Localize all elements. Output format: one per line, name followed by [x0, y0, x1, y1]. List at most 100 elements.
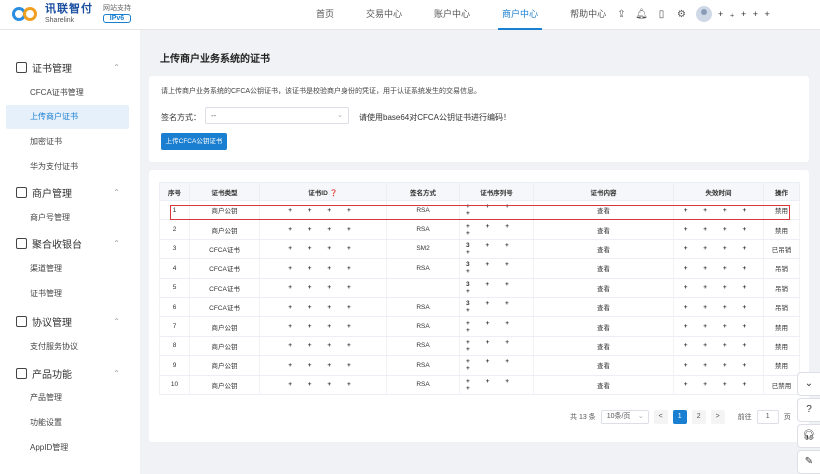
- nav-item-3[interactable]: 商户中心: [486, 0, 554, 30]
- sidebar-item-2-1[interactable]: 证书管理: [6, 282, 129, 306]
- cert-serial: 3 + + +: [459, 258, 534, 279]
- brand-logo[interactable]: 讯联智付 Sharelink: [10, 4, 93, 24]
- top-bar: 讯联智付 Sharelink 网站支持 IPv6 首页 交易中心 账户中心 商户中心帮…: [0, 0, 820, 30]
- sidebar-item-0-3[interactable]: 华为支付证书: [6, 155, 129, 179]
- certificate-icon: [16, 61, 27, 73]
- cert-serial: + + + +: [459, 219, 534, 240]
- view-content-link[interactable]: 查看: [533, 336, 674, 357]
- sidebar-group-1[interactable]: 商户管理 ⌃: [0, 179, 140, 205]
- row-number: 3: [159, 239, 190, 260]
- sidebar-item-3-0[interactable]: 支付服务协议: [6, 335, 129, 359]
- cert-serial: + + + +: [459, 336, 534, 357]
- sign-method: [386, 278, 460, 298]
- view-content-link[interactable]: 查看: [533, 316, 674, 337]
- cert-id: + + + +: [259, 297, 387, 318]
- prev-page-button[interactable]: <: [653, 410, 668, 424]
- row-action-link[interactable]: 禁用: [763, 219, 800, 240]
- table-row: 10 商户公钥 + + + + RSA + + + + 查看 + + + + 已禁用: [159, 375, 800, 395]
- feedback-icon: ✎: [804, 456, 814, 467]
- sidebar-group-2[interactable]: 聚合收银台 ⌃: [0, 230, 140, 256]
- row-action-link[interactable]: 已吊销: [763, 239, 800, 260]
- row-number: 1: [159, 200, 190, 221]
- sidebar-item-1-0[interactable]: 商户号管理: [6, 206, 129, 230]
- nav-item-0[interactable]: 首页: [300, 0, 350, 30]
- avatar[interactable]: [696, 6, 712, 22]
- cert-serial: + + + +: [459, 316, 534, 337]
- sign-method: RSA: [386, 297, 460, 318]
- cert-id: + + + +: [259, 239, 387, 260]
- cert-type: CFCA证书: [189, 239, 260, 260]
- nav-item-2[interactable]: 账户中心: [418, 0, 486, 30]
- row-number: 9: [159, 355, 190, 376]
- sign-method: RSA: [386, 355, 460, 376]
- view-content-link[interactable]: 查看: [533, 200, 674, 221]
- row-action-link[interactable]: 禁用: [763, 316, 800, 337]
- view-content-link[interactable]: 查看: [533, 239, 674, 260]
- row-action-link[interactable]: 吊销: [763, 297, 800, 318]
- row-action-link[interactable]: 已禁用: [763, 375, 800, 395]
- cert-type: CFCA证书: [189, 258, 260, 279]
- feedback-button[interactable]: ✎: [797, 450, 820, 474]
- view-content-link[interactable]: 查看: [533, 297, 674, 318]
- help-button[interactable]: ?: [797, 398, 820, 422]
- view-content-link[interactable]: 查看: [533, 219, 674, 240]
- page-size-select[interactable]: 10条/页 ⌄: [600, 410, 649, 424]
- sidebar-group-4[interactable]: 产品功能 ⌃: [0, 360, 140, 386]
- sidebar-item-0-0[interactable]: CFCA证书管理: [6, 81, 129, 105]
- sidebar-item-4-2[interactable]: AppID管理: [6, 436, 129, 460]
- row-action-link[interactable]: 禁用: [763, 336, 800, 357]
- cert-id: + + + +: [259, 200, 387, 221]
- sidebar-group-0[interactable]: 证书管理 ⌃: [0, 54, 140, 80]
- sidebar-item-0-1[interactable]: 上传商户证书: [6, 105, 129, 129]
- sidebar-group-label: 聚合收银台: [32, 239, 82, 251]
- upload-icon[interactable]: ⇪: [615, 8, 628, 21]
- view-content-link[interactable]: 查看: [533, 375, 674, 395]
- main-nav: 首页 交易中心 账户中心 商户中心 帮助中心: [300, 0, 622, 30]
- sign-method-select[interactable]: -- ⌄: [205, 107, 349, 124]
- cert-serial: 3 + + +: [459, 239, 534, 260]
- page-button-2[interactable]: 2: [691, 410, 706, 424]
- ipv6-label: 网站支持: [103, 5, 131, 12]
- sidebar-item-2-0[interactable]: 渠道管理: [6, 257, 129, 281]
- next-page-button[interactable]: >: [710, 410, 725, 424]
- support-button[interactable]: 🎧︎: [797, 424, 820, 448]
- user-name[interactable]: + ₊ + + +: [718, 9, 772, 20]
- view-content-link[interactable]: 查看: [533, 258, 674, 279]
- cert-type: 商户公钥: [189, 219, 260, 240]
- bell-icon[interactable]: 🔔︎: [635, 8, 648, 21]
- settings-icon[interactable]: ⚙: [675, 8, 688, 21]
- view-content-link[interactable]: 查看: [533, 355, 674, 376]
- chevron-up-icon: ⌃: [113, 62, 120, 72]
- ipv6-badge: IPv6: [103, 14, 131, 23]
- headset-icon: 🎧︎: [802, 430, 816, 441]
- sidebar-item-4-1[interactable]: 功能设置: [6, 411, 129, 435]
- sidebar-group-label: 商户管理: [32, 188, 72, 200]
- expire-time: + + + +: [673, 239, 764, 260]
- collapse-button[interactable]: ⌄: [797, 372, 820, 396]
- document-icon[interactable]: ▯: [655, 8, 668, 21]
- sidebar-item-4-0[interactable]: 产品管理: [6, 386, 129, 410]
- row-action-link[interactable]: 禁用: [763, 355, 800, 376]
- row-action-link[interactable]: 禁用: [763, 200, 800, 221]
- help-icon: ?: [806, 404, 812, 415]
- column-header: 证书序列号: [459, 182, 534, 201]
- row-action-link[interactable]: 吊销: [763, 258, 800, 279]
- row-number: 4: [159, 258, 190, 279]
- sidebar-item-0-2[interactable]: 加密证书: [6, 130, 129, 154]
- page-size-value: 10条/页: [606, 413, 631, 420]
- goto-page-input[interactable]: 1: [756, 410, 779, 424]
- brand-name-en: Sharelink: [45, 17, 75, 24]
- column-header: 签名方式: [386, 182, 460, 201]
- cert-serial: 3 + + +: [459, 278, 534, 298]
- view-content-link[interactable]: 查看: [533, 278, 674, 298]
- row-action-link[interactable]: 吊销: [763, 278, 800, 298]
- upload-cfca-button[interactable]: 上传CFCA公钥证书: [161, 133, 227, 150]
- table-row: 8 商户公钥 + + + + RSA + + + + 查看 + + + + 禁用: [159, 336, 800, 357]
- page-button-1[interactable]: 1: [672, 410, 687, 424]
- cert-serial: 3 + + +: [459, 297, 534, 318]
- column-header: 证书内容: [533, 182, 674, 201]
- sidebar-group-3[interactable]: 协议管理 ⌃: [0, 308, 140, 334]
- brand-name-cn: 讯联智付: [45, 3, 93, 15]
- nav-item-1[interactable]: 交易中心: [350, 0, 418, 30]
- nav-item-4[interactable]: 帮助中心: [554, 0, 622, 30]
